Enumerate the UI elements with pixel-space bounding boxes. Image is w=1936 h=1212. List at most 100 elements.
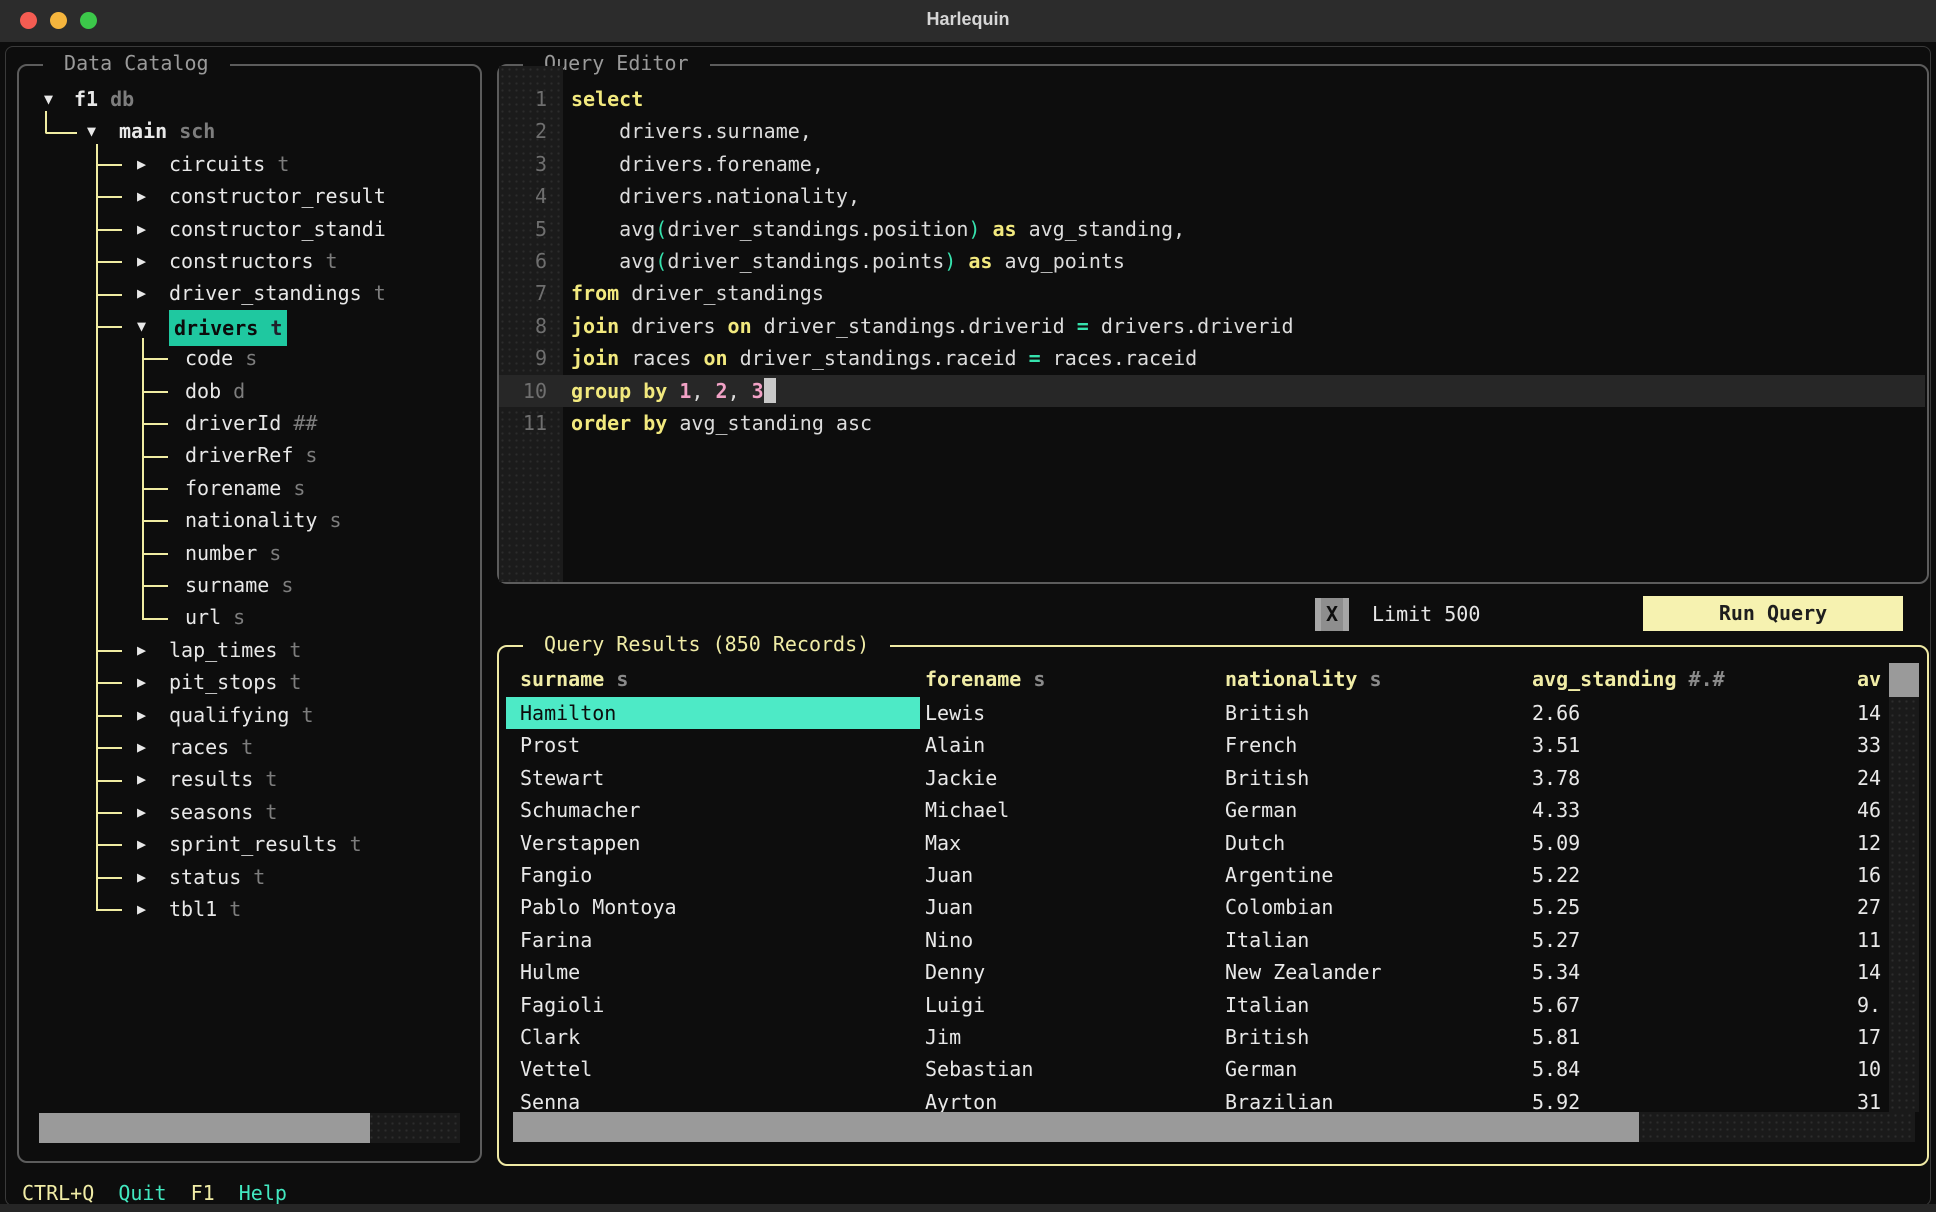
table-cell[interactable]: 33	[1857, 729, 1881, 761]
tree-item-pit_stops[interactable]: ▶ pit_stops t	[19, 666, 476, 698]
table-cell[interactable]: 24	[1857, 762, 1881, 794]
table-row[interactable]: Hamilton Lewis British 2.66 14	[499, 697, 1887, 730]
table-cell[interactable]: Clark	[520, 1021, 580, 1053]
tree-item-f1[interactable]: ▼ f1 db	[19, 83, 476, 115]
table-cell[interactable]: 3.78	[1532, 762, 1580, 794]
table-cell[interactable]: 5.27	[1532, 924, 1580, 956]
tree-item-lap_times[interactable]: ▶ lap_times t	[19, 634, 476, 666]
table-cell[interactable]: Stewart	[520, 762, 604, 794]
tree-item-tbl1[interactable]: ▶ tbl1 t	[19, 893, 476, 925]
results-hscrollbar-thumb[interactable]	[513, 1112, 1639, 1142]
limit-label[interactable]: Limit 500	[1372, 598, 1480, 631]
code-line-8[interactable]: 8 join drivers on driver_standings.driver…	[499, 310, 1925, 342]
table-cell[interactable]: Italian	[1225, 989, 1309, 1021]
column-header-avg_standing[interactable]: avg_standing #.#	[1532, 663, 1725, 695]
tree-item-dob[interactable]: dob d	[19, 375, 476, 407]
tree-item-number[interactable]: number s	[19, 537, 476, 569]
table-cell[interactable]: 5.34	[1532, 956, 1580, 988]
table-cell[interactable]: Alain	[925, 729, 985, 761]
table-row[interactable]: Schumacher Michael German 4.33 46	[499, 794, 1887, 826]
table-cell[interactable]: 10	[1857, 1053, 1881, 1085]
results-body[interactable]: Hamilton Lewis British 2.66 14 Prost Alain Fren…	[499, 697, 1927, 1114]
table-row[interactable]: Pablo Montoya Juan Colombian 5.25 27	[499, 891, 1887, 923]
table-cell[interactable]: British	[1225, 697, 1309, 729]
table-cell[interactable]: Argentine	[1225, 859, 1333, 891]
tree-item-nationality[interactable]: nationality s	[19, 504, 476, 536]
table-cell[interactable]: German	[1225, 794, 1297, 826]
table-cell[interactable]: Prost	[520, 729, 580, 761]
results-vscrollbar-track[interactable]	[1889, 663, 1919, 1112]
chevron-right-icon[interactable]: ▶	[137, 763, 146, 795]
column-header-forename[interactable]: forename s	[925, 663, 1045, 695]
tree-item-driverRef[interactable]: driverRef s	[19, 439, 476, 471]
table-row[interactable]: Fagioli Luigi Italian 5.67 9.	[499, 989, 1887, 1021]
tree-item-forename[interactable]: forename s	[19, 472, 476, 504]
code-line-3[interactable]: 3 drivers.forename,	[499, 148, 1925, 180]
table-row[interactable]: Hulme Denny New Zealander 5.34 14	[499, 956, 1887, 988]
chevron-right-icon[interactable]: ▶	[137, 180, 146, 212]
table-cell[interactable]: 2.66	[1532, 697, 1580, 729]
table-cell[interactable]: 16	[1857, 859, 1881, 891]
limit-checkbox[interactable]: X	[1315, 598, 1349, 631]
code-line-6[interactable]: 6 avg(driver_standings.points) as avg_po…	[499, 245, 1925, 277]
results-hscrollbar-track[interactable]	[513, 1112, 1915, 1142]
tree-item-constructor_result[interactable]: ▶ constructor_result	[19, 180, 476, 212]
table-cell[interactable]: Fangio	[520, 859, 592, 891]
table-cell[interactable]: Italian	[1225, 924, 1309, 956]
chevron-right-icon[interactable]: ▶	[137, 731, 146, 763]
table-row[interactable]: Fangio Juan Argentine 5.22 16	[499, 859, 1887, 891]
chevron-right-icon[interactable]: ▶	[137, 828, 146, 860]
table-row[interactable]: Clark Jim British 5.81 17	[499, 1021, 1887, 1053]
chevron-right-icon[interactable]: ▶	[137, 893, 146, 925]
code-line-5[interactable]: 5 avg(driver_standings.position) as avg_…	[499, 213, 1925, 245]
table-cell[interactable]: 27	[1857, 891, 1881, 923]
catalog-tree[interactable]: ▼ f1 db ▼ main sch ▶ circuits t ▶ constructor_r…	[19, 83, 480, 1121]
tree-item-seasons[interactable]: ▶ seasons t	[19, 796, 476, 828]
code-line-9[interactable]: 9 join races on driver_standings.raceid =…	[499, 342, 1925, 374]
tree-item-driver_standings[interactable]: ▶ driver_standings t	[19, 277, 476, 309]
table-cell[interactable]: Sebastian	[925, 1053, 1033, 1085]
catalog-hscrollbar-track[interactable]	[39, 1113, 460, 1143]
tree-item-main[interactable]: ▼ main sch	[19, 115, 476, 147]
column-header-av[interactable]: av	[1857, 663, 1881, 695]
query-editor-panel[interactable]: Query Editor 1 select 2 drivers.surname, 3 …	[497, 51, 1929, 584]
table-cell[interactable]: Vettel	[520, 1053, 592, 1085]
chevron-down-icon[interactable]: ▼	[87, 115, 96, 147]
code-line-1[interactable]: 1 select	[499, 83, 1925, 115]
tree-item-code[interactable]: code s	[19, 342, 476, 374]
tree-item-qualifying[interactable]: ▶ qualifying t	[19, 699, 476, 731]
table-cell[interactable]: British	[1225, 762, 1309, 794]
catalog-hscrollbar-thumb[interactable]	[39, 1113, 370, 1143]
code-line-11[interactable]: 11 order by avg_standing asc	[499, 407, 1925, 439]
tree-item-sprint_results[interactable]: ▶ sprint_results t	[19, 828, 476, 860]
chevron-right-icon[interactable]: ▶	[137, 213, 146, 245]
chevron-right-icon[interactable]: ▶	[137, 796, 146, 828]
chevron-right-icon[interactable]: ▶	[137, 148, 146, 180]
table-cell[interactable]: 14	[1857, 956, 1881, 988]
footer-key[interactable]: CTRL+Q	[22, 1181, 94, 1205]
chevron-right-icon[interactable]: ▶	[137, 634, 146, 666]
table-row[interactable]: Stewart Jackie British 3.78 24	[499, 762, 1887, 794]
table-cell[interactable]: Michael	[925, 794, 1009, 826]
table-cell[interactable]: Juan	[925, 891, 973, 923]
table-row[interactable]: Verstappen Max Dutch 5.09 12	[499, 827, 1887, 859]
table-cell[interactable]: Max	[925, 827, 961, 859]
chevron-right-icon[interactable]: ▶	[137, 666, 146, 698]
tree-item-status[interactable]: ▶ status t	[19, 861, 476, 893]
tree-item-constructor_standi[interactable]: ▶ constructor_standi	[19, 213, 476, 245]
table-cell[interactable]: German	[1225, 1053, 1297, 1085]
table-cell[interactable]: 46	[1857, 794, 1881, 826]
table-cell[interactable]: New Zealander	[1225, 956, 1382, 988]
table-cell[interactable]: Jackie	[925, 762, 997, 794]
table-cell[interactable]: 5.22	[1532, 859, 1580, 891]
tree-item-results[interactable]: ▶ results t	[19, 763, 476, 795]
tree-item-circuits[interactable]: ▶ circuits t	[19, 148, 476, 180]
chevron-right-icon[interactable]: ▶	[137, 245, 146, 277]
table-cell[interactable]: Denny	[925, 956, 985, 988]
table-cell[interactable]: 5.25	[1532, 891, 1580, 923]
table-cell[interactable]: 11	[1857, 924, 1881, 956]
code-line-7[interactable]: 7 from driver_standings	[499, 277, 1925, 309]
table-cell[interactable]: 5.84	[1532, 1053, 1580, 1085]
table-cell[interactable]: 17	[1857, 1021, 1881, 1053]
table-cell[interactable]: French	[1225, 729, 1297, 761]
